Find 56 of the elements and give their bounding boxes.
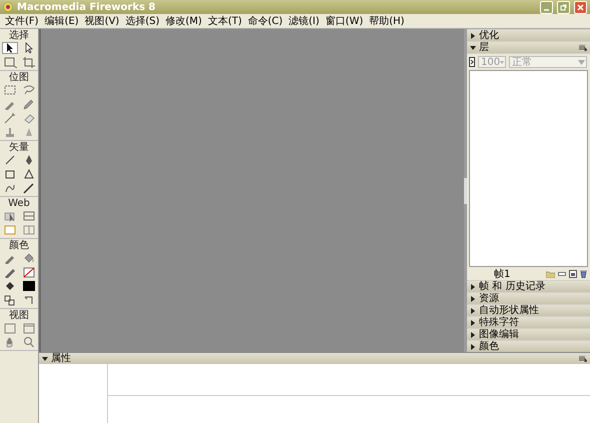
hotspot-icon[interactable] <box>2 210 18 222</box>
expand-arrow-icon[interactable] <box>470 320 476 326</box>
menu-item[interactable]: 修改(M) <box>162 14 205 28</box>
menu-item[interactable]: 滤镜(I) <box>286 14 322 28</box>
slice-icon[interactable] <box>20 210 36 222</box>
menu-item[interactable]: 文本(T) <box>204 14 245 28</box>
fill-swatch-icon[interactable] <box>20 280 36 292</box>
panel-options-icon[interactable] <box>579 356 587 362</box>
crop-icon[interactable] <box>20 56 36 68</box>
menu-item[interactable]: 视图(V) <box>82 14 122 28</box>
menu-item[interactable]: 窗口(W) <box>322 14 366 28</box>
tool-section-title: 选择 <box>9 30 29 42</box>
tool-section-title: Web <box>8 198 30 210</box>
new-bitmap-icon[interactable] <box>569 270 577 278</box>
hide-slices-icon[interactable] <box>2 224 18 236</box>
tool-section-title: 矢量 <box>9 142 29 154</box>
expand-arrow-icon[interactable] <box>470 32 476 38</box>
frame-label: 帧1 <box>493 268 512 280</box>
panel-header[interactable]: 颜色 <box>467 341 590 352</box>
expand-arrow-icon[interactable] <box>470 284 476 290</box>
expand-arrow-icon[interactable] <box>470 344 476 350</box>
tool-section-title: 视图 <box>9 310 29 322</box>
panel-header[interactable]: 自动形状属性 <box>467 305 590 316</box>
expand-arrow-icon[interactable] <box>470 296 476 302</box>
default-colors-icon[interactable] <box>2 294 18 306</box>
stroke-swatch-icon[interactable] <box>20 266 36 278</box>
pointer-icon[interactable] <box>2 42 18 54</box>
close-icon[interactable] <box>574 0 587 14</box>
panel-options-icon[interactable] <box>579 44 587 50</box>
panel-header[interactable]: 属性 <box>39 353 590 364</box>
panel-header[interactable]: 图像编辑 <box>467 329 590 340</box>
layer-lock-icon[interactable] <box>469 57 475 67</box>
menu-item[interactable]: 文件(F) <box>2 14 42 28</box>
panel-header[interactable]: 优化 <box>467 30 590 41</box>
app-logo-icon <box>3 2 13 12</box>
standard-view-icon[interactable] <box>2 322 18 334</box>
trash-icon[interactable] <box>580 270 587 278</box>
menu-item[interactable]: 编辑(E) <box>42 14 82 28</box>
menu-item[interactable]: 选择(S) <box>122 14 162 28</box>
tool-section-title: 颜色 <box>9 240 29 252</box>
menu-item[interactable]: 帮助(H) <box>366 14 408 28</box>
panel-header[interactable]: 帧 和 历史记录 <box>467 281 590 292</box>
knife-icon[interactable] <box>20 182 36 194</box>
panel-header[interactable]: 资源 <box>467 293 590 304</box>
scale-icon[interactable] <box>2 56 18 68</box>
expand-arrow-icon[interactable] <box>470 332 476 338</box>
panel-header[interactable]: 特殊字符 <box>467 317 590 328</box>
tool-section-title: 位图 <box>9 72 29 84</box>
expand-arrow-icon[interactable] <box>470 308 476 314</box>
collapse-arrow-icon[interactable] <box>42 356 48 362</box>
window-title: Macromedia Fireworks 8 <box>17 2 157 12</box>
new-layer-icon[interactable] <box>558 270 566 278</box>
menu-view-icon[interactable] <box>20 322 36 334</box>
marquee-icon[interactable] <box>2 84 18 96</box>
menu-item[interactable]: 命令(C) <box>244 14 286 28</box>
splitter-handle[interactable] <box>464 178 467 204</box>
